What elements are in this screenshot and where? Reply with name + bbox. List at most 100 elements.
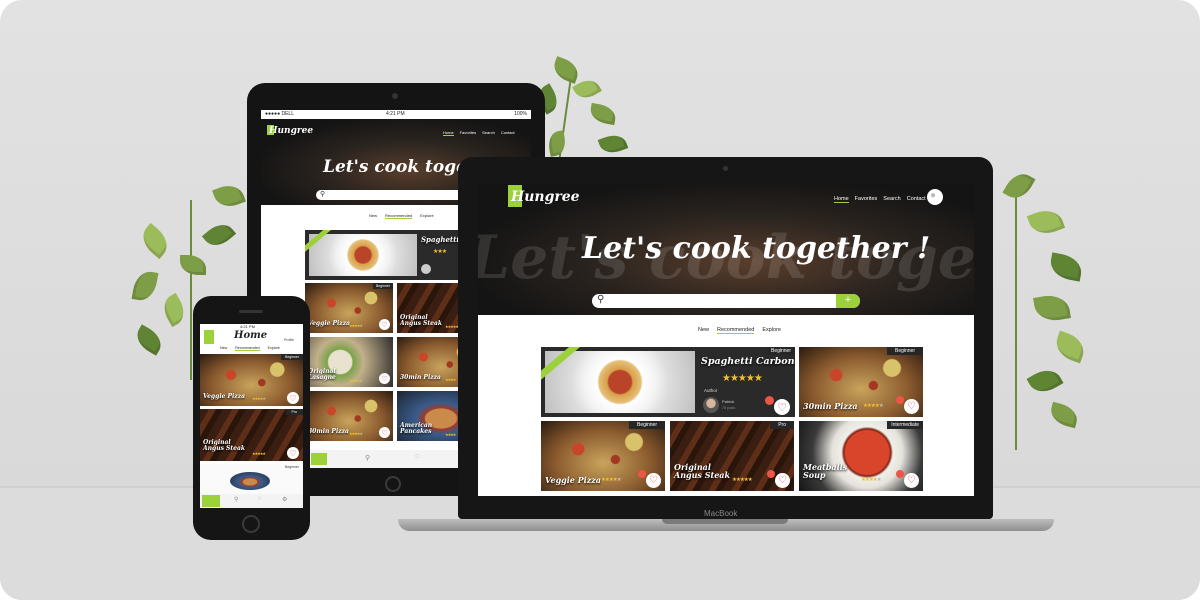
phone-profile-label[interactable]: Profile: [284, 338, 294, 342]
settings-icon[interactable]: ⚙: [282, 496, 287, 503]
phone-card-2-stars: ★★★★★: [252, 451, 266, 456]
recipe-badge: Beginner: [628, 421, 665, 429]
author-posts: 76 posts: [722, 406, 736, 410]
recipe-card[interactable]: Intermediate Meatballs Soup ★★★★★ ♡: [799, 421, 923, 491]
heart-icon[interactable]: ♡: [646, 473, 661, 488]
phone-card-2-title: Original Angus Steak: [203, 439, 246, 453]
heart-icon[interactable]: ♡: [904, 473, 919, 488]
tablet-featured-stars: ★★★: [433, 249, 447, 255]
tablet-card-5[interactable]: 30min Pizza ★★★★★ ♡: [305, 391, 393, 441]
phone-time: 4:21 PM: [240, 324, 255, 329]
laptop-nav-contact[interactable]: Contact: [907, 196, 926, 203]
tablet-logo[interactable]: Hungree: [269, 126, 313, 136]
tablet-status-bar: ●●●●● DELL 4:21 PM 100%: [261, 110, 531, 119]
tablet-card-1-title: Veggie Pizza: [308, 320, 350, 327]
tablet-card-1-stars: ★★★★★: [349, 323, 363, 328]
tablet-card-6-title: American Pancakes: [400, 422, 433, 436]
author-avatar[interactable]: [703, 397, 719, 413]
phone-device: 4:21 PM Home Profile New Recommended Exp…: [193, 296, 310, 540]
laptop-hero: Let's cook togethe Hungree Home Favorite…: [478, 183, 974, 315]
phone-card-3[interactable]: Beginner: [200, 464, 303, 494]
laptop-tab-recommended[interactable]: Recommended: [717, 327, 755, 334]
phone-bottom-bar: ⚲ ◌ ⚙: [200, 494, 303, 508]
search-icon[interactable]: ⚲: [365, 454, 370, 462]
add-button[interactable]: +: [836, 294, 860, 308]
profile-avatar[interactable]: ●: [927, 189, 943, 205]
laptop-tabs: New Recommended Explore: [698, 327, 789, 334]
tablet-nav-search[interactable]: Search: [482, 130, 495, 136]
phone-card-2-badge: Pro: [285, 409, 303, 415]
phone-logo-mark: [204, 330, 214, 344]
message-icon[interactable]: ◌: [258, 496, 262, 502]
recipe-card[interactable]: Beginner 30min Pizza ★★★★★ ♡: [799, 347, 923, 417]
heart-icon[interactable]: ♡: [379, 373, 390, 384]
tablet-nav: Home Favorites Search Contact: [443, 130, 521, 136]
tablet-card-2-title: Original Angus Steak: [400, 314, 443, 328]
tablet-home-button[interactable]: [385, 476, 401, 492]
laptop-device: Let's cook togethe Hungree Home Favorite…: [458, 157, 993, 519]
recipe-card[interactable]: Beginner Veggie Pizza ★★★★★ ♡: [541, 421, 665, 491]
tablet-card-3-stars: ★★★★★: [349, 378, 363, 383]
featured-card[interactable]: Beginner Spaghetti Carbonara ★★★★★ Autho…: [541, 347, 795, 417]
save-badge-icon: [767, 470, 775, 478]
author-name[interactable]: Patrick: [722, 399, 734, 404]
tablet-battery: 100%: [514, 111, 527, 117]
home-tab-button[interactable]: [311, 453, 327, 465]
phone-speaker: [239, 310, 263, 313]
heart-icon[interactable]: ♡: [775, 473, 790, 488]
tablet-camera: [392, 93, 398, 99]
phone-card-1-badge: Beginner: [280, 354, 303, 360]
laptop-camera: [723, 166, 728, 171]
tablet-card-3-title: Original Lasagne: [308, 368, 336, 382]
search-icon[interactable]: ⚲: [234, 496, 238, 503]
laptop-tab-new[interactable]: New: [698, 327, 709, 334]
heart-icon[interactable]: ♡: [379, 427, 390, 438]
recipe-title: Original Angus Steak: [674, 462, 731, 481]
tablet-nav-favorites[interactable]: Favorites: [460, 130, 476, 136]
tablet-tab-new[interactable]: New: [369, 213, 377, 219]
phone-card-1-stars: ★★★★★: [252, 396, 266, 401]
laptop-hero-title: Let's cook together !: [582, 231, 931, 266]
heart-icon[interactable]: ♡: [287, 392, 299, 404]
tablet-tab-recommended[interactable]: Recommended: [385, 213, 413, 219]
laptop-logo[interactable]: Hungree: [511, 189, 580, 205]
notification-icon[interactable]: ◌: [415, 453, 419, 460]
save-badge-icon: [896, 396, 904, 404]
laptop-nav-home[interactable]: Home: [834, 196, 849, 203]
save-badge-icon: [638, 470, 646, 478]
laptop-search-input[interactable]: ⚲ +: [592, 294, 860, 308]
laptop-screen: Let's cook togethe Hungree Home Favorite…: [478, 183, 974, 496]
phone-card-1[interactable]: Beginner Veggie Pizza ★★★★★ ♡: [200, 354, 303, 406]
author-label: Author: [704, 388, 718, 393]
heart-icon[interactable]: ♡: [287, 447, 299, 459]
recipe-card[interactable]: Pro Original Angus Steak ★★★★★ ♡: [670, 421, 794, 491]
laptop-nav: Home Favorites Search Contact: [834, 196, 932, 203]
tablet-tab-explore[interactable]: Explore: [420, 213, 434, 219]
laptop-brand: MacBook: [704, 509, 738, 518]
phone-tab-new[interactable]: New: [220, 346, 227, 351]
laptop-nav-favorites[interactable]: Favorites: [855, 196, 878, 203]
laptop-nav-search[interactable]: Search: [883, 196, 900, 203]
recipe-title: 30min Pizza: [803, 401, 858, 411]
recipe-stars: ★★★★★: [732, 477, 753, 483]
tablet-card-3[interactable]: Original Lasagne ★★★★★ ♡: [305, 337, 393, 387]
tablet-card-6-stars: ★★★★: [445, 432, 456, 437]
phone-tab-recommended[interactable]: Recommended: [235, 346, 260, 351]
home-tab-button[interactable]: [202, 495, 220, 507]
heart-icon[interactable]: ♡: [379, 319, 390, 330]
phone-card-1-title: Veggie Pizza: [203, 393, 245, 400]
phone-tab-explore[interactable]: Explore: [268, 346, 280, 351]
laptop-tab-explore[interactable]: Explore: [762, 327, 781, 334]
tablet-card-2-stars: ★★★★★: [445, 324, 459, 329]
tablet-nav-contact[interactable]: Contact: [501, 130, 515, 136]
heart-icon[interactable]: ♡: [774, 399, 790, 415]
tablet-card-1[interactable]: Beginner Veggie Pizza ★★★★★ ♡: [305, 283, 393, 333]
featured-stars: ★★★★★: [722, 373, 763, 384]
tablet-nav-home[interactable]: Home: [443, 130, 454, 136]
heart-icon[interactable]: ♡: [904, 399, 919, 414]
phone-home-button[interactable]: [242, 515, 260, 533]
save-badge-icon: [765, 396, 774, 405]
recipe-stars: ★★★★★: [861, 477, 882, 483]
recipe-stars: ★★★★★: [601, 477, 622, 483]
phone-card-2[interactable]: Pro Original Angus Steak ★★★★★ ♡: [200, 409, 303, 461]
